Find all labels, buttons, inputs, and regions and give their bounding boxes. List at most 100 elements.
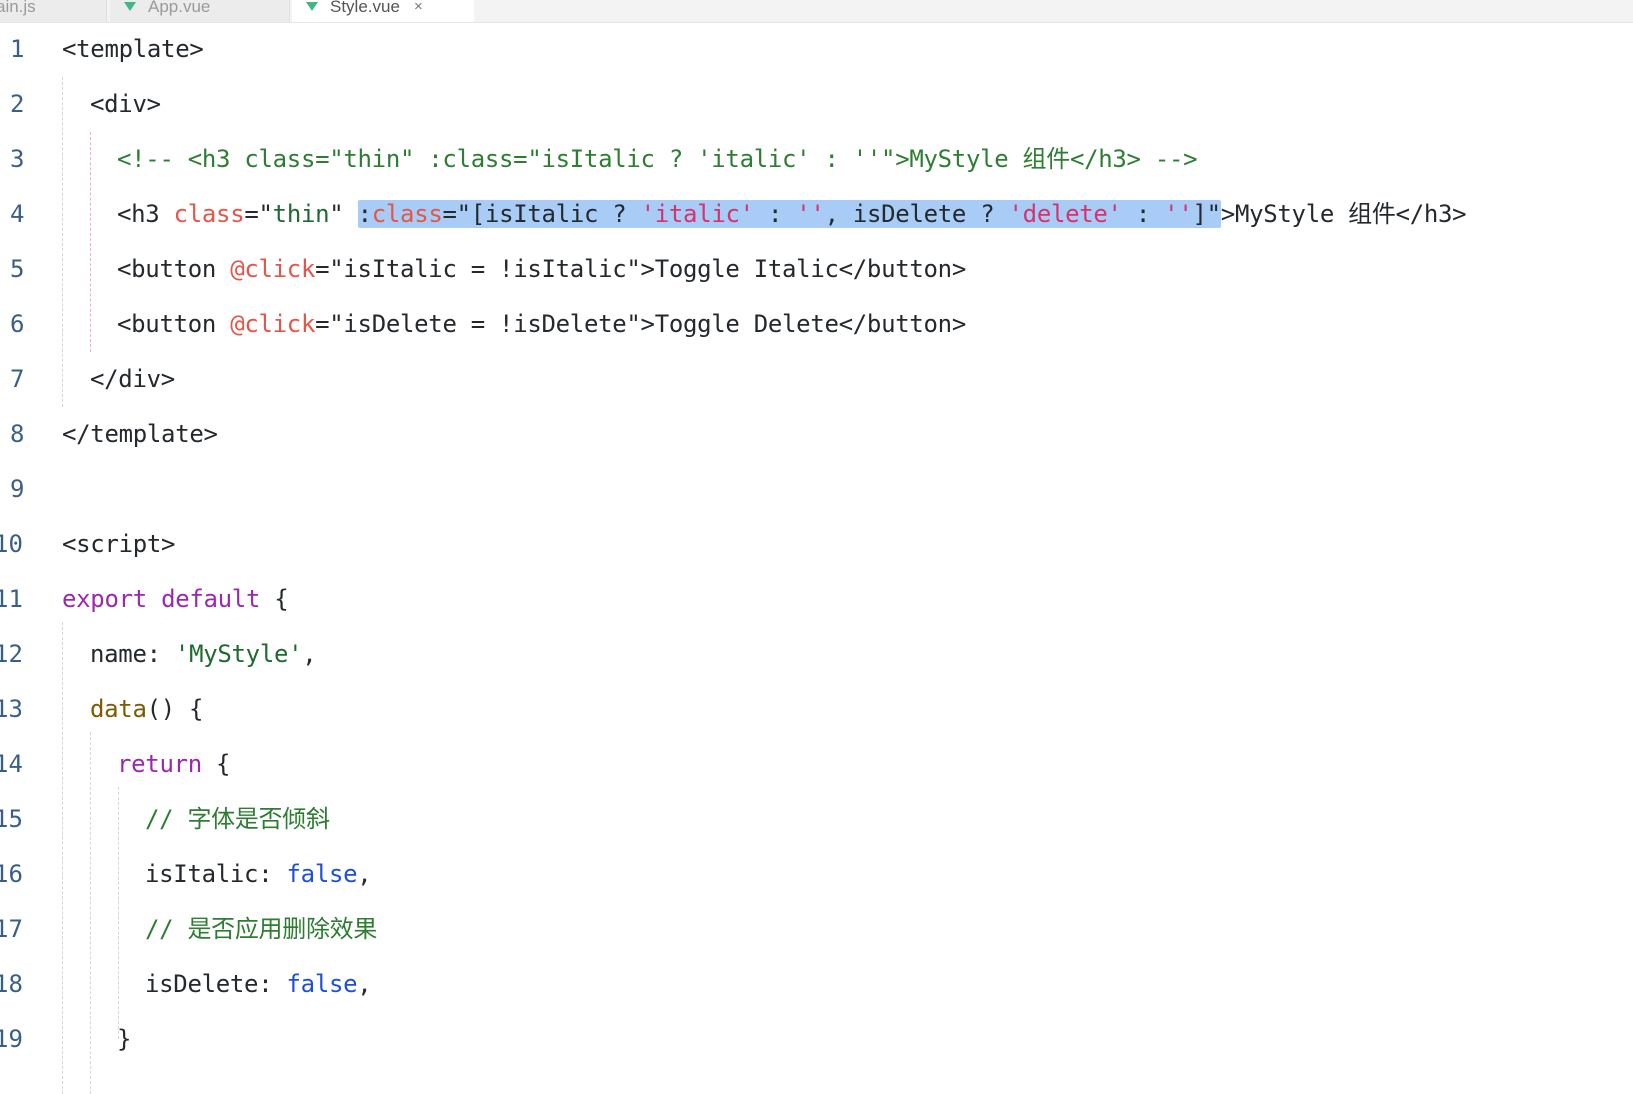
code-token: :: [1121, 200, 1165, 228]
code-text: }: [117, 1025, 132, 1053]
code-text: <div>: [90, 90, 161, 118]
code-line: 12 name: 'MyStyle',: [0, 627, 1633, 682]
code-line: 6 <button @click="isDelete = !isDelete">…: [0, 297, 1633, 352]
code-token: name: [90, 640, 147, 668]
code-token: export: [62, 585, 147, 613]
close-icon[interactable]: ×: [414, 0, 423, 15]
line-number: 12: [0, 640, 23, 668]
line-number: 10: [0, 530, 23, 558]
line-number: 6: [10, 310, 25, 338]
tab-label: Style.vue: [330, 0, 400, 16]
code-token: ,: [357, 860, 372, 888]
code-text: isDelete: false,: [145, 957, 372, 1012]
code-token: {: [260, 585, 289, 613]
code-token: :: [146, 640, 175, 668]
code-line: 1 <template>: [0, 22, 1633, 77]
code-token: '': [796, 200, 825, 228]
code-token: ,: [357, 970, 372, 998]
code-line: 8 </template>: [0, 407, 1633, 462]
line-number: 11: [0, 585, 23, 613]
line-number: 17: [0, 915, 23, 943]
line-number: 9: [10, 475, 25, 503]
code-text: data() {: [90, 682, 204, 737]
tab-main-js[interactable]: ain.js: [0, 0, 107, 22]
code-line: 18 isDelete: false,: [0, 957, 1633, 1012]
line-number: 7: [10, 365, 25, 393]
code-text: </div>: [90, 365, 175, 393]
code-token: () {: [146, 695, 204, 723]
code-token: {: [201, 750, 231, 778]
code-line: 17 // 是否应用删除效果: [0, 902, 1633, 957]
vue-file-icon: [306, 2, 318, 11]
tab-app-vue[interactable]: App.vue: [110, 0, 290, 22]
line-number: 5: [10, 255, 25, 283]
tab-label: ain.js: [0, 0, 36, 16]
code-line: 7 </div>: [0, 352, 1633, 407]
code-line: 3 <!-- <h3 class="thin" :class="isItalic…: [0, 132, 1633, 187]
code-token: >MyStyle 组件</h3>: [1220, 200, 1467, 228]
code-text: name: 'MyStyle',: [90, 627, 317, 682]
code-token: isItalic: [145, 860, 259, 888]
line-number: 2: [10, 90, 25, 118]
code-text: return {: [117, 737, 231, 792]
line-number: 18: [0, 970, 23, 998]
code-comment: <!-- <h3 class="thin" :class="isItalic ?…: [117, 145, 1198, 173]
code-line: 9: [0, 462, 1633, 517]
line-number: 1: [10, 35, 25, 63]
text-selection: :class="[isItalic ? 'italic' : '', isDel…: [357, 200, 1221, 228]
code-token: 'MyStyle': [174, 640, 303, 668]
code-token: class: [173, 200, 245, 228]
code-text: <script>: [62, 530, 176, 558]
code-token: ,: [302, 640, 317, 668]
code-token: ]": [1192, 200, 1221, 228]
code-token: default: [161, 585, 261, 613]
code-line: 2 <div>: [0, 77, 1633, 132]
code-token: data: [90, 695, 147, 723]
code-token: <button: [117, 255, 231, 283]
code-token: class: [371, 200, 443, 228]
line-number: 14: [0, 750, 23, 778]
tab-style-vue[interactable]: Style.vue ×: [292, 0, 474, 22]
code-token: , isDelete ?: [824, 200, 1009, 228]
code-text: <button @click="isDelete = !isDelete">To…: [117, 297, 966, 352]
code-token: =": [244, 200, 273, 228]
code-text: <h3 class="thin" :class="[isItalic ? 'it…: [117, 187, 1467, 242]
code-comment: // 是否应用删除效果: [145, 915, 378, 943]
code-line: 16 isItalic: false,: [0, 847, 1633, 902]
code-token: '': [1164, 200, 1193, 228]
code-token: @click: [230, 255, 316, 283]
code-text: isItalic: false,: [145, 847, 372, 902]
code-text: export default {: [62, 572, 289, 627]
code-token: return: [117, 750, 202, 778]
vue-file-icon: [124, 2, 136, 11]
code-editor[interactable]: 1 <template> 2 <div> 3 <!-- <h3 class="t…: [0, 22, 1633, 1094]
code-line: 11 export default {: [0, 572, 1633, 627]
code-line: 19 }: [0, 1012, 1633, 1067]
code-comment: // 字体是否倾斜: [145, 805, 330, 833]
line-number: 13: [0, 695, 23, 723]
line-number: 8: [10, 420, 25, 448]
code-line: 10 <script>: [0, 517, 1633, 572]
code-token: 'italic': [640, 200, 755, 228]
code-line: 5 <button @click="isItalic = !isItalic">…: [0, 242, 1633, 297]
line-number: 19: [0, 1025, 23, 1053]
code-line: 4 <h3 class="thin" :class="[isItalic ? '…: [0, 187, 1633, 242]
code-token: :: [258, 970, 287, 998]
code-token: ": [329, 200, 358, 228]
code-token: ="isDelete = !isDelete">Toggle Delete</b…: [315, 310, 966, 338]
code-token: :: [357, 200, 372, 228]
code-line: 14 return {: [0, 737, 1633, 792]
code-token: 'delete': [1008, 200, 1123, 228]
code-token: false: [286, 860, 358, 888]
line-number: 3: [10, 145, 25, 173]
code-token: ="[isItalic ?: [442, 200, 641, 228]
code-token: :: [258, 860, 287, 888]
code-token: :: [753, 200, 797, 228]
code-token: thin: [272, 200, 330, 228]
tab-label: App.vue: [148, 0, 211, 16]
line-number: 16: [0, 860, 23, 888]
line-number: 15: [0, 805, 23, 833]
editor-tab-bar: ain.js App.vue Style.vue ×: [0, 0, 1633, 23]
code-text: </template>: [62, 420, 218, 448]
code-token: <button: [117, 310, 231, 338]
